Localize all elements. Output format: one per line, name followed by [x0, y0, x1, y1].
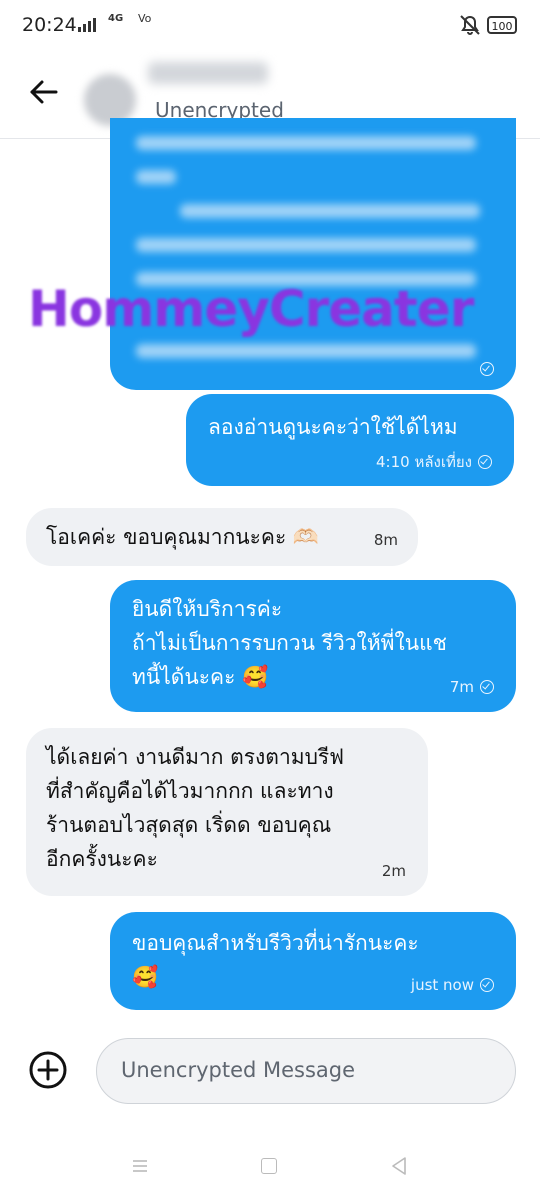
battery-indicator: 100 — [487, 16, 517, 34]
read-check-icon — [480, 680, 494, 694]
home-icon[interactable] — [261, 1158, 277, 1174]
volte-label: Vo — [138, 12, 152, 25]
nav-back-icon[interactable] — [390, 1156, 408, 1176]
recent-apps-icon[interactable] — [131, 1158, 149, 1174]
status-bar: 20:24 4G Vo 100 — [0, 0, 540, 52]
message-meta: just now — [411, 976, 494, 994]
message-bubble-incoming[interactable]: โอเคค่ะ ขอบคุณมากนะคะ 🫶🏻 8m — [26, 508, 418, 566]
contact-name-redacted[interactable] — [148, 62, 268, 84]
network-type: 4G — [108, 13, 124, 24]
message-meta: 8m — [374, 531, 398, 549]
message-meta: 2m — [382, 862, 406, 880]
redacted-text — [110, 118, 516, 390]
message-bubble-incoming[interactable]: ได้เลยค่า งานดีมาก ตรงตามบรีฟ ที่สำคัญคื… — [26, 728, 428, 896]
message-bubble-outgoing[interactable]: ลองอ่านดูนะคะว่าใช้ได้ไหม 4:10 หลังเที่ย… — [186, 394, 514, 486]
message-time: 2m — [381, 862, 406, 880]
message-text: ยินดีให้บริการค่ะ ถ้าไม่เป็นการรบกวน รีว… — [132, 597, 447, 689]
message-meta — [480, 362, 494, 376]
message-meta: 7m — [450, 678, 494, 696]
read-check-icon — [478, 455, 492, 469]
signal-icon — [78, 18, 96, 32]
watermark: HommeyCreater — [28, 280, 474, 338]
message-input[interactable]: Unencrypted Message — [96, 1038, 516, 1104]
message-bubble-outgoing[interactable]: ยินดีให้บริการค่ะ ถ้าไม่เป็นการรบกวน รีว… — [110, 580, 516, 712]
message-meta: 4:10 หลังเที่ยง — [376, 450, 492, 474]
message-text: โอเคค่ะ ขอบคุณมากนะคะ 🫶🏻 — [46, 525, 320, 549]
message-time: 4:10 หลังเที่ยง — [376, 453, 472, 471]
message-time: 8m — [373, 531, 398, 549]
mute-bell-icon — [460, 15, 480, 35]
message-text: ลองอ่านดูนะคะว่าใช้ได้ไหม — [208, 415, 458, 439]
status-time: 20:24 — [22, 14, 77, 36]
system-nav-bar — [0, 1140, 540, 1200]
message-time: 7m — [449, 678, 474, 696]
add-attachment-icon[interactable] — [28, 1050, 68, 1090]
message-time: just now — [410, 976, 474, 994]
message-bubble-outgoing-redacted[interactable] — [110, 118, 516, 390]
read-check-icon — [480, 362, 494, 376]
back-arrow-icon[interactable] — [26, 74, 62, 110]
message-text: ได้เลยค่า งานดีมาก ตรงตามบรีฟ ที่สำคัญคื… — [46, 745, 345, 871]
message-input-placeholder: Unencrypted Message — [121, 1058, 356, 1082]
read-check-icon — [480, 978, 494, 992]
message-bubble-outgoing[interactable]: ขอบคุณสำหรับรีวิวที่น่ารักนะคะ 🥰 just no… — [110, 912, 516, 1010]
